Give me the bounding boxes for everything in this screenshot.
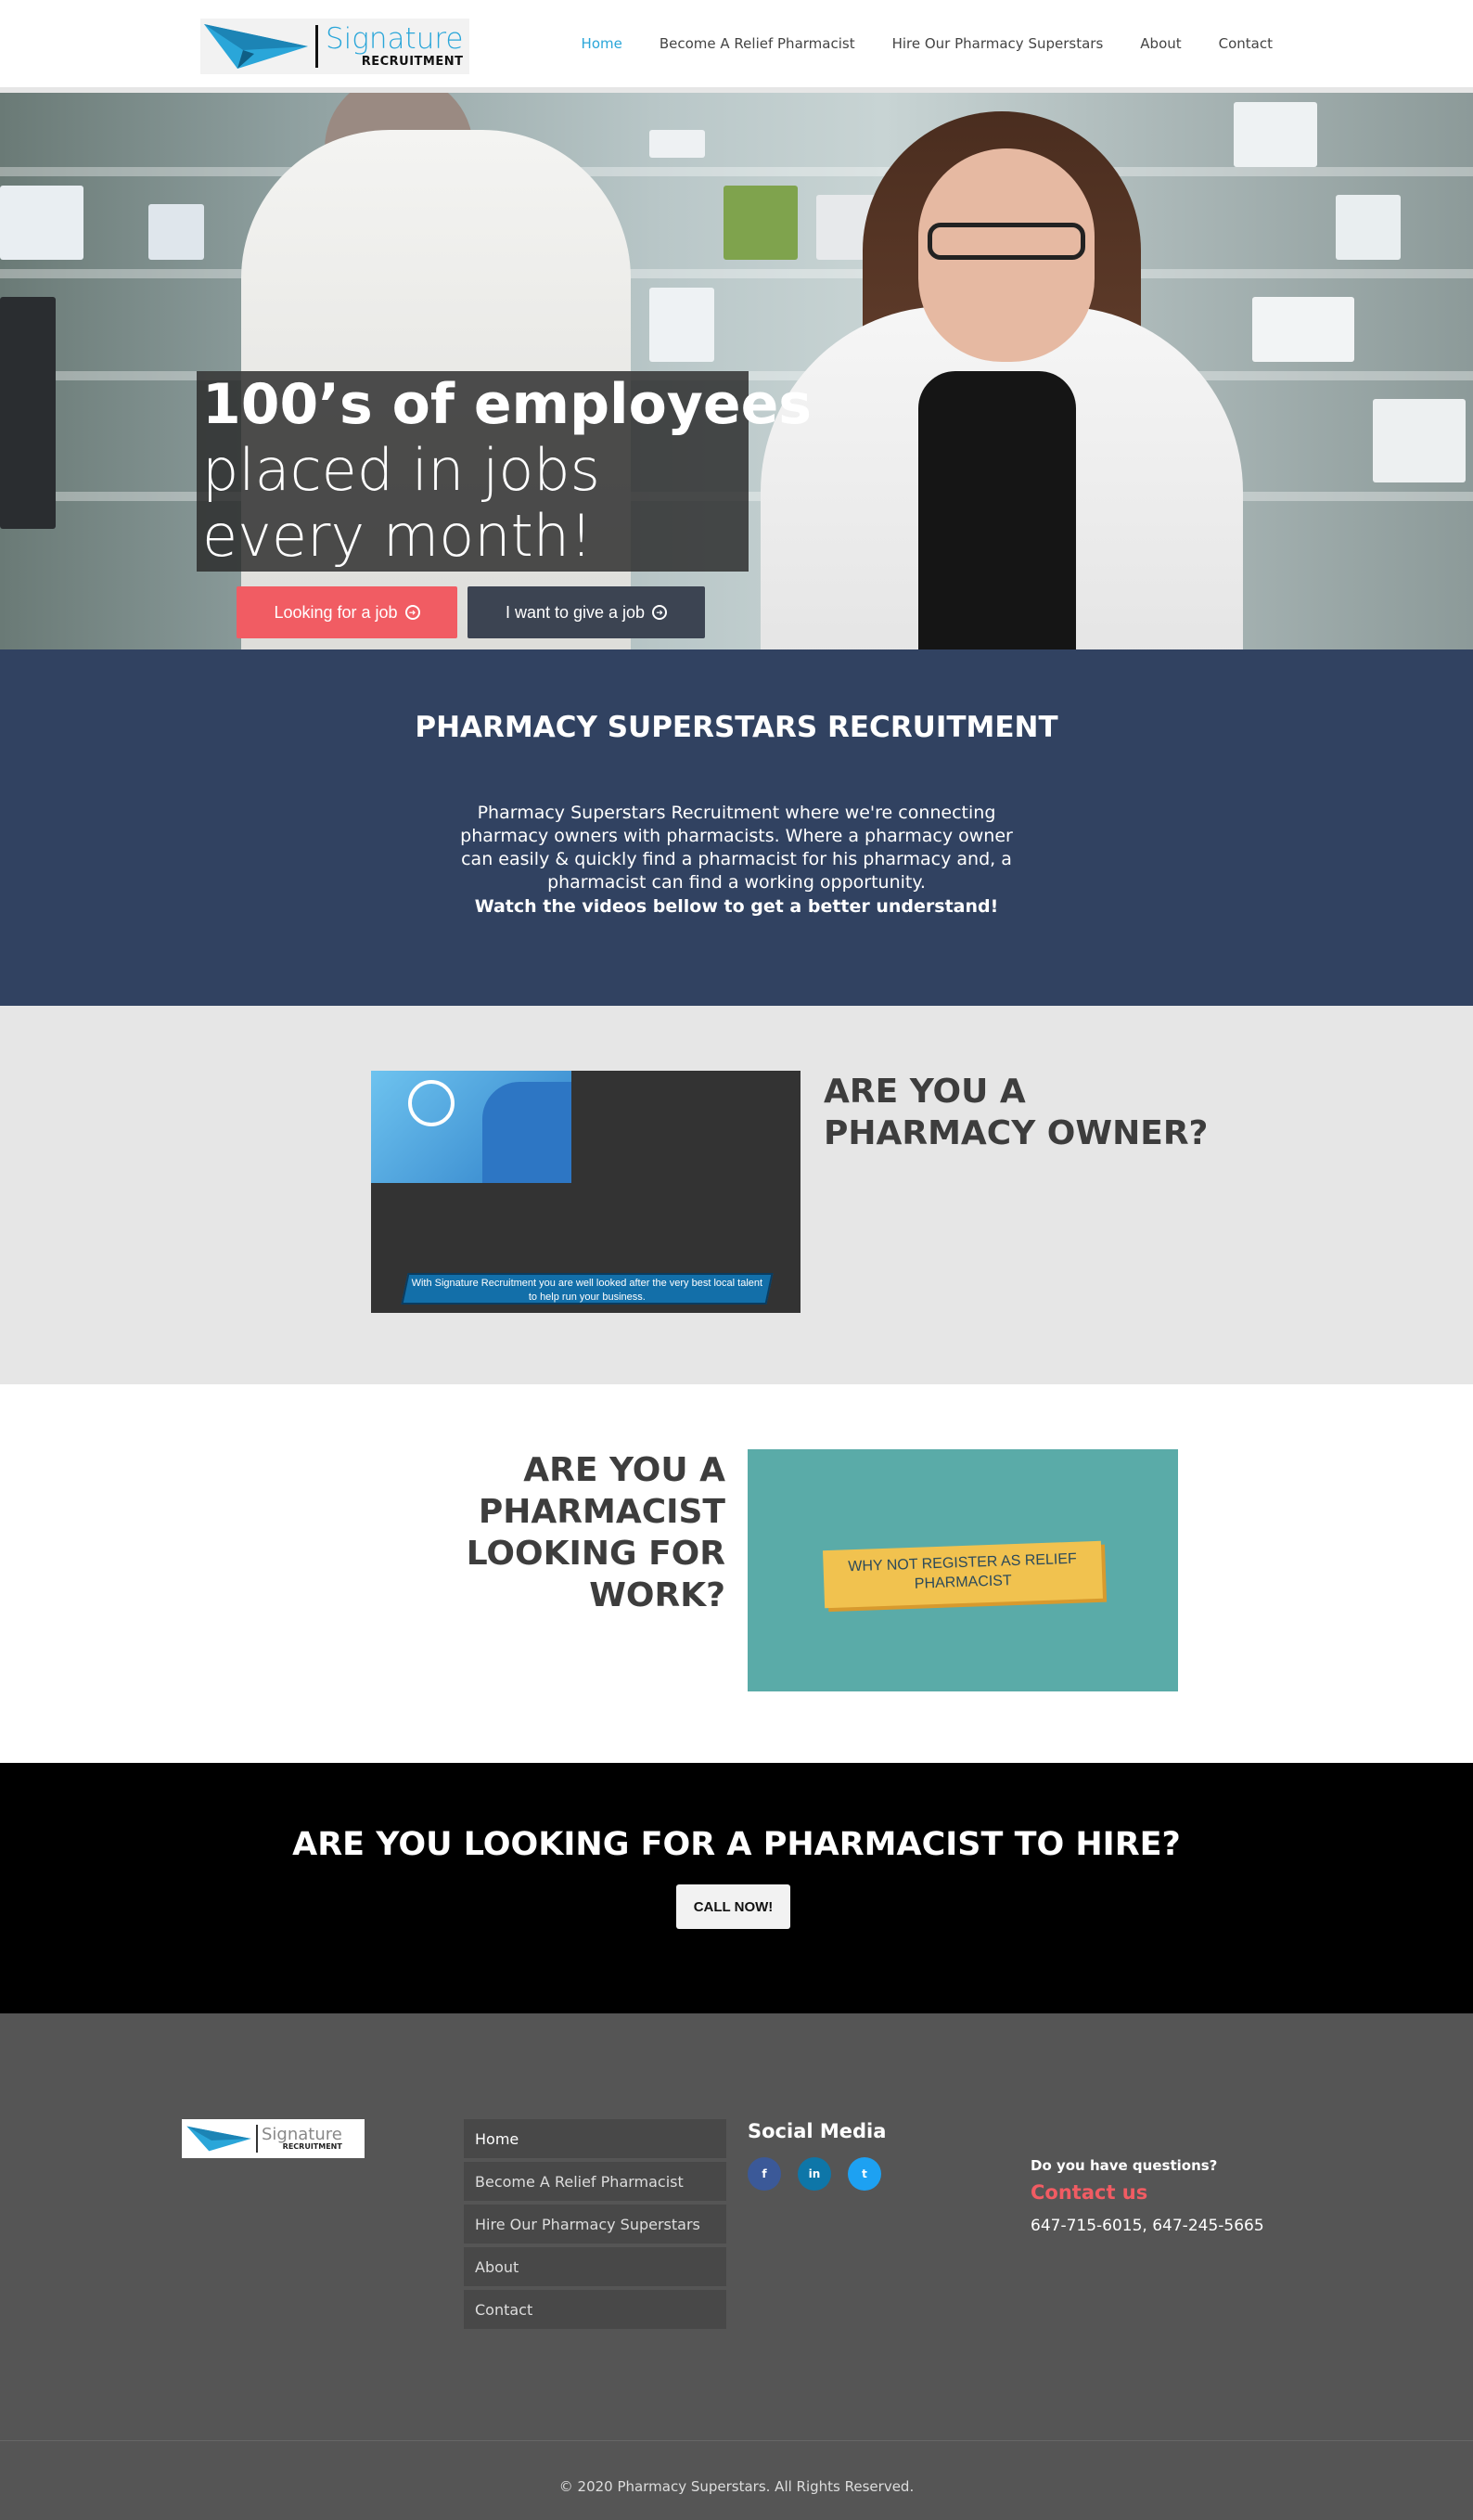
logo-divider bbox=[256, 2125, 258, 2153]
footer-menu-become-relief[interactable]: Become A Relief Pharmacist bbox=[464, 2162, 726, 2201]
copyright-text: © 2020 Pharmacy Superstars. All Rights R… bbox=[558, 2478, 915, 2495]
main-nav: Home Become A Relief Pharmacist Hire Our… bbox=[582, 35, 1273, 52]
arrow-circle-icon: ➜ bbox=[652, 605, 668, 620]
nav-about[interactable]: About bbox=[1140, 35, 1181, 52]
twitter-icon[interactable]: t bbox=[848, 2157, 881, 2191]
facebook-icon[interactable]: f bbox=[748, 2157, 781, 2191]
pharmacist-heading: ARE YOU A PHARMACIST LOOKING FOR WORK? bbox=[466, 1451, 725, 1614]
contact-question: Do you have questions? bbox=[1031, 2157, 1218, 2174]
hero-line-2: placed in jobs bbox=[202, 436, 600, 504]
nav-contact[interactable]: Contact bbox=[1219, 35, 1273, 52]
paper-plane-icon bbox=[186, 2126, 251, 2152]
nav-hire-superstars[interactable]: Hire Our Pharmacy Superstars bbox=[892, 35, 1104, 52]
footer-menu: Home Become A Relief Pharmacist Hire Our… bbox=[464, 2119, 726, 2333]
social-title: Social Media bbox=[748, 2120, 887, 2142]
give-job-label: I want to give a job bbox=[505, 602, 646, 622]
social-links: f in t bbox=[748, 2157, 881, 2191]
pharmacist-section: ARE YOU A PHARMACIST LOOKING FOR WORK? W… bbox=[0, 1384, 1473, 1763]
intro-text: Pharmacy Superstars Recruitment where we… bbox=[460, 803, 1013, 894]
footer-contact: Do you have questions? Contact us 647-71… bbox=[1031, 2157, 1264, 2235]
video-caption: With Signature Recruitment you are well … bbox=[401, 1273, 774, 1305]
stethoscope-icon bbox=[408, 1080, 455, 1126]
call-now-button[interactable]: CALL NOW! bbox=[676, 1884, 790, 1929]
hire-heading: ARE YOU LOOKING FOR A PHARMACIST TO HIRE… bbox=[292, 1826, 1181, 1863]
owner-video[interactable]: With Signature Recruitment you are well … bbox=[371, 1071, 801, 1313]
looking-for-job-label: Looking for a job bbox=[274, 602, 398, 622]
arrow-circle-icon: ➜ bbox=[404, 605, 420, 620]
hero-headline: 100’s of employees placed in jobs every … bbox=[197, 371, 813, 572]
pharmacist-video[interactable]: WHY NOT REGISTER AS RELIEF PHARMACIST bbox=[748, 1449, 1178, 1691]
footer-logo[interactable]: Signature RECRUITMENT bbox=[182, 2119, 365, 2158]
intro-section: PHARMACY SUPERSTARS RECRUITMENT Pharmacy… bbox=[0, 649, 1473, 1006]
hero-banner: 100’s of employees placed in jobs every … bbox=[0, 93, 1473, 649]
site-header: Signature RECRUITMENT Home Become A Reli… bbox=[0, 0, 1473, 93]
video-caption-text: With Signature Recruitment you are well … bbox=[411, 1278, 763, 1303]
paper-plane-icon bbox=[204, 24, 308, 69]
owner-heading: ARE YOU A PHARMACY OWNER? bbox=[824, 1073, 1209, 1152]
sticky-note-text: WHY NOT REGISTER AS RELIEF PHARMACIST bbox=[848, 1550, 1078, 1592]
sticky-note: WHY NOT REGISTER AS RELIEF PHARMACIST bbox=[823, 1540, 1103, 1609]
logo-sub: RECRUITMENT bbox=[361, 55, 464, 69]
footer-logo-name: Signature bbox=[262, 2125, 342, 2144]
phone-numbers: 647-715-6015, 647-245-5665 bbox=[1031, 2217, 1264, 2235]
looking-for-job-button[interactable]: Looking for a job ➜ bbox=[237, 586, 457, 638]
contact-us-link[interactable]: Contact us bbox=[1031, 2181, 1264, 2204]
footer-menu-contact[interactable]: Contact bbox=[464, 2290, 726, 2329]
intro-title: PHARMACY SUPERSTARS RECRUITMENT bbox=[415, 711, 1058, 744]
footer-menu-hire[interactable]: Hire Our Pharmacy Superstars bbox=[464, 2205, 726, 2244]
logo-divider bbox=[315, 25, 318, 68]
hero-line-3: every month! bbox=[202, 502, 593, 571]
site-logo[interactable]: Signature RECRUITMENT bbox=[200, 19, 469, 74]
video-thumbnail bbox=[371, 1071, 571, 1183]
footer-menu-about[interactable]: About bbox=[464, 2247, 726, 2286]
give-job-button[interactable]: I want to give a job ➜ bbox=[468, 586, 705, 638]
hero-line-1: 100’s of employees bbox=[202, 372, 813, 437]
intro-cta: Watch the videos bellow to get a better … bbox=[474, 896, 999, 917]
hire-cta-section: ARE YOU LOOKING FOR A PHARMACIST TO HIRE… bbox=[0, 1763, 1473, 2013]
footer-bottom-bar: © 2020 Pharmacy Superstars. All Rights R… bbox=[0, 2440, 1473, 2520]
nav-become-relief-pharmacist[interactable]: Become A Relief Pharmacist bbox=[660, 35, 855, 52]
footer-menu-home[interactable]: Home bbox=[464, 2119, 726, 2158]
footer-logo-sub: RECRUITMENT bbox=[282, 2142, 342, 2151]
linkedin-icon[interactable]: in bbox=[798, 2157, 831, 2191]
site-footer: Signature RECRUITMENT Home Become A Reli… bbox=[0, 2013, 1473, 2440]
nav-home[interactable]: Home bbox=[582, 35, 622, 52]
pharmacy-owner-section: With Signature Recruitment you are well … bbox=[0, 1006, 1473, 1384]
logo-name: Signature bbox=[326, 22, 464, 56]
